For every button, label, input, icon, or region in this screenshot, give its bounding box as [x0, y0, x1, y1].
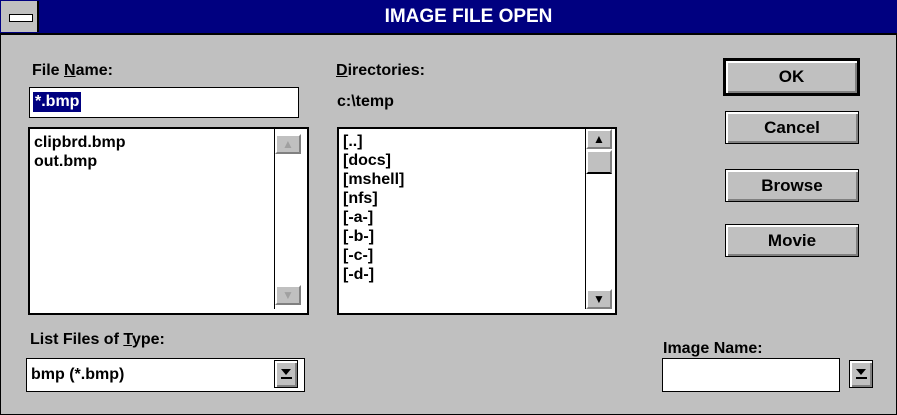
- directory-item[interactable]: [nfs]: [339, 189, 583, 208]
- directory-item[interactable]: [-d-]: [339, 265, 583, 284]
- browse-button[interactable]: Browse: [725, 169, 859, 202]
- cancel-button[interactable]: Cancel: [725, 111, 859, 144]
- arrow-up-icon: ▲: [282, 137, 294, 151]
- file-list-scroll-down-button[interactable]: ▼: [275, 285, 301, 305]
- file-name-input[interactable]: *.bmp: [29, 87, 299, 118]
- directory-item[interactable]: [-a-]: [339, 208, 583, 227]
- directories-label-access-key: D: [336, 62, 348, 79]
- file-type-select[interactable]: bmp (*.bmp): [26, 358, 305, 392]
- directory-item[interactable]: [docs]: [339, 151, 583, 170]
- file-name-label-part1: File: [32, 62, 65, 79]
- directory-list[interactable]: [..] [docs] [mshell] [nfs] [-a-] [-b-] […: [337, 127, 617, 315]
- file-type-label-part2: ype:: [131, 331, 165, 348]
- file-name-label-part2: ame:: [75, 62, 113, 79]
- file-name-label: File Name:: [32, 62, 113, 80]
- file-list[interactable]: clipbrd.bmp out.bmp ▲ ▼: [28, 127, 309, 315]
- file-list-items: clipbrd.bmp out.bmp: [30, 133, 274, 171]
- directory-list-scroll-thumb[interactable]: [586, 150, 612, 174]
- directory-list-scroll-down-button[interactable]: ▼: [586, 289, 612, 309]
- directories-label-text: irectories:: [347, 62, 425, 79]
- dropdown-arrow-icon: [855, 369, 867, 379]
- image-name-dropdown-button[interactable]: [849, 360, 873, 388]
- window-title: IMAGE FILE OPEN: [384, 6, 553, 27]
- ok-button[interactable]: OK: [723, 58, 860, 96]
- arrow-down-icon: ▼: [282, 288, 294, 302]
- arrow-down-icon: ▼: [593, 292, 605, 306]
- file-type-label-access-key: T: [123, 331, 132, 348]
- dropdown-arrow-icon: [280, 369, 292, 379]
- file-list-item[interactable]: out.bmp: [30, 152, 274, 171]
- file-list-scrollbar[interactable]: ▲ ▼: [274, 129, 302, 309]
- file-name-value: *.bmp: [33, 92, 82, 112]
- file-type-value: bmp (*.bmp): [31, 366, 125, 383]
- current-directory-path: c:\temp: [337, 93, 394, 110]
- file-type-label-part1: List Files of: [30, 331, 124, 348]
- arrow-up-icon: ▲: [593, 132, 605, 146]
- file-list-item[interactable]: clipbrd.bmp: [30, 133, 274, 152]
- image-name-input[interactable]: [662, 358, 840, 392]
- image-name-label: Image Name:: [663, 340, 763, 357]
- file-list-scroll-up-button[interactable]: ▲: [275, 134, 301, 154]
- movie-button[interactable]: Movie: [725, 224, 859, 257]
- system-menu-button[interactable]: [1, 1, 39, 32]
- directory-list-scroll-up-button[interactable]: ▲: [586, 129, 612, 149]
- directory-item[interactable]: [..]: [339, 132, 583, 151]
- directory-item[interactable]: [-b-]: [339, 227, 583, 246]
- directory-list-scrollbar[interactable]: ▲ ▼: [585, 129, 613, 309]
- directories-label: Directories:: [336, 62, 425, 80]
- file-name-label-access-key: N: [64, 62, 76, 79]
- directory-item[interactable]: [mshell]: [339, 170, 583, 189]
- file-type-dropdown-button[interactable]: [274, 360, 298, 388]
- directory-list-items: [..] [docs] [mshell] [nfs] [-a-] [-b-] […: [339, 132, 583, 284]
- directory-item[interactable]: [-c-]: [339, 246, 583, 265]
- file-type-label: List Files of Type:: [30, 331, 165, 349]
- system-menu-icon: [9, 14, 33, 22]
